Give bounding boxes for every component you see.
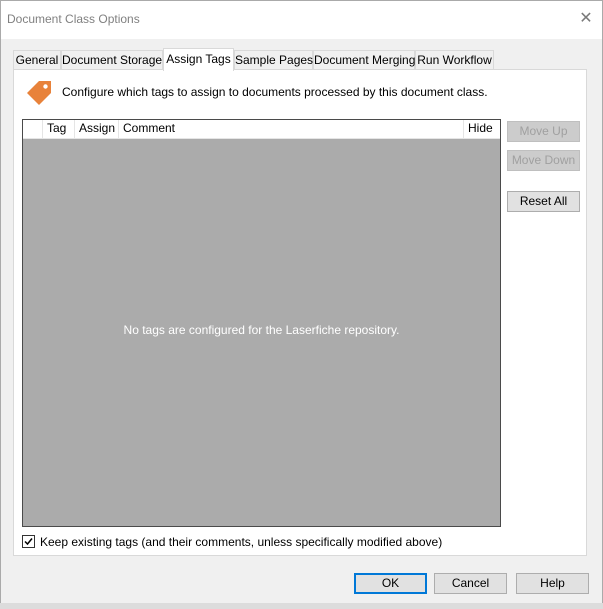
close-icon[interactable]: ✕: [576, 9, 596, 29]
assign-tags-panel: Configure which tags to assign to docume…: [13, 69, 587, 556]
column-header-assign[interactable]: Assign: [75, 120, 119, 138]
tags-grid[interactable]: Tag Assign Comment Hide No tags are conf…: [22, 119, 501, 527]
tag-icon: [27, 81, 51, 105]
background-strip: [0, 603, 603, 609]
tab-assign-tags[interactable]: Assign Tags: [163, 48, 234, 71]
grid-header: Tag Assign Comment Hide: [23, 120, 500, 139]
tab-sample-pages[interactable]: Sample Pages: [234, 50, 313, 69]
move-down-button[interactable]: Move Down: [507, 150, 580, 171]
document-class-options-dialog: Document Class Options ✕ General Documen…: [0, 0, 603, 609]
column-header-hide[interactable]: Hide: [464, 120, 500, 138]
tab-document-merging[interactable]: Document Merging: [313, 50, 415, 69]
tab-label: Assign Tags: [166, 52, 231, 66]
tab-run-workflow[interactable]: Run Workflow: [415, 50, 494, 69]
column-header-tag[interactable]: Tag: [43, 120, 75, 138]
help-button[interactable]: Help: [516, 573, 589, 594]
cancel-button[interactable]: Cancel: [434, 573, 507, 594]
description-text: Configure which tags to assign to docume…: [62, 85, 488, 99]
tab-label: Document Storage: [62, 53, 163, 67]
header-blank: [23, 120, 43, 138]
window-title: Document Class Options: [7, 12, 140, 26]
title-bar: Document Class Options ✕: [1, 1, 602, 39]
column-header-comment[interactable]: Comment: [119, 120, 464, 138]
tab-general[interactable]: General: [13, 50, 61, 69]
reset-all-button[interactable]: Reset All: [507, 191, 580, 212]
move-up-button[interactable]: Move Up: [507, 121, 580, 142]
tab-label: Document Merging: [314, 53, 416, 67]
tab-document-storage[interactable]: Document Storage: [61, 50, 163, 69]
ok-button[interactable]: OK: [354, 573, 427, 594]
keep-tags-checkbox[interactable]: [22, 535, 35, 548]
empty-grid-message: No tags are configured for the Laserfich…: [123, 323, 400, 337]
tab-label: Sample Pages: [235, 53, 314, 67]
tab-label: Run Workflow: [417, 53, 492, 67]
tab-label: General: [15, 53, 59, 67]
checkmark-icon: [24, 538, 33, 546]
keep-tags-label: Keep existing tags (and their comments, …: [40, 535, 443, 549]
